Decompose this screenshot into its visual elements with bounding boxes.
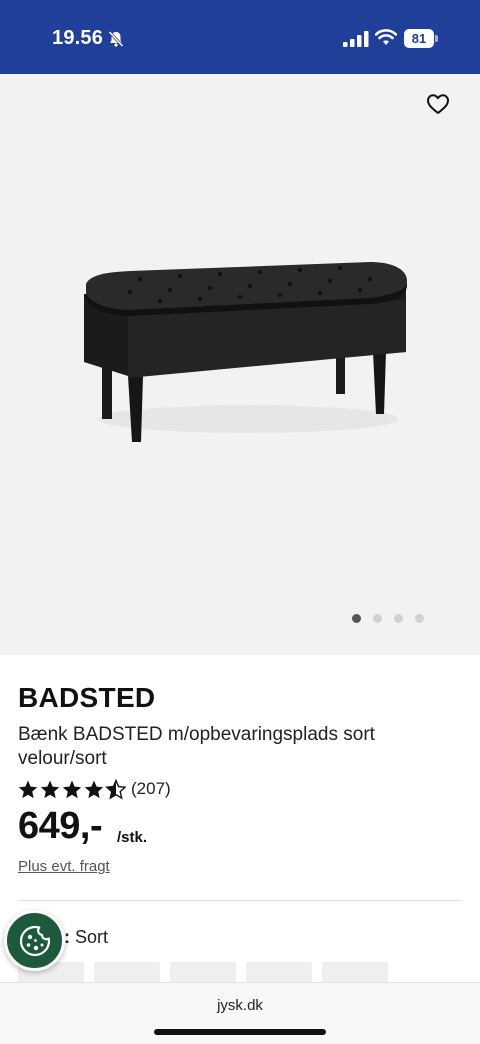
product-gallery[interactable]: [0, 74, 480, 655]
address-bar[interactable]: jysk.dk: [0, 997, 480, 1014]
home-indicator[interactable]: [154, 1029, 326, 1035]
battery-icon: 81: [404, 29, 438, 48]
status-time: 19.56: [52, 27, 104, 49]
status-bar: 19.56 81: [0, 0, 480, 74]
review-count[interactable]: (207): [131, 779, 171, 799]
signal-icon: [343, 31, 369, 47]
product-description: Bænk BADSTED m/opbevaringsplads sort vel…: [18, 724, 375, 769]
price-unit: /stk.: [117, 829, 148, 846]
carousel-dot[interactable]: [415, 614, 424, 623]
heart-icon[interactable]: [426, 93, 450, 115]
carousel-dot[interactable]: [373, 614, 382, 623]
color-option-value: Sort: [75, 927, 109, 947]
cookie-settings-button[interactable]: [4, 910, 65, 971]
battery-cap: [435, 35, 438, 42]
browser-bottom-bar: jysk.dk: [0, 982, 480, 1044]
rating-stars-icon: [18, 779, 126, 799]
product-price: 649,-: [18, 805, 103, 847]
divider: [18, 900, 462, 901]
carousel-dot[interactable]: [394, 614, 403, 623]
carousel-dot[interactable]: [352, 614, 361, 623]
product-title: BADSTED: [18, 682, 156, 713]
bell-off-icon: [108, 30, 124, 48]
wifi-icon: [375, 29, 397, 45]
product-rating[interactable]: (207): [18, 778, 171, 800]
shipping-note-link[interactable]: Plus evt. fragt: [18, 858, 110, 875]
cookie-icon: [19, 925, 50, 956]
battery-level: 81: [404, 29, 434, 48]
carousel-dots[interactable]: [352, 614, 424, 623]
product-image: [84, 262, 407, 442]
